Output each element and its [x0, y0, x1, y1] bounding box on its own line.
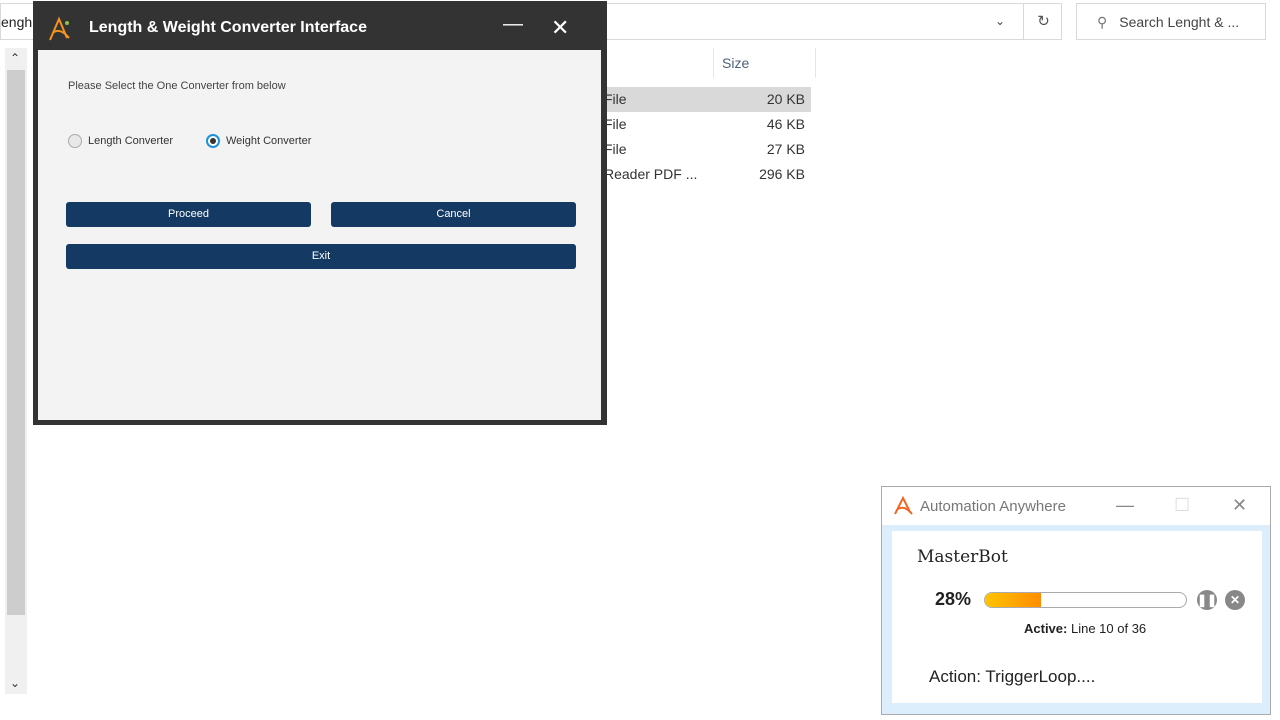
close-button[interactable]: ✕: [1232, 495, 1247, 516]
stop-icon[interactable]: ✕: [1225, 590, 1245, 610]
cancel-button[interactable]: Cancel: [331, 202, 576, 227]
converter-dialog: Length & Weight Converter Interface — ✕ …: [33, 1, 607, 425]
automation-anywhere-window: Automation Anywhere — ☐ ✕ MasterBot 28% …: [881, 486, 1271, 715]
bot-name: MasterBot: [917, 547, 1008, 567]
scroll-thumb[interactable]: [7, 70, 25, 615]
radio-icon: [68, 134, 82, 148]
maximize-button[interactable]: ☐: [1174, 495, 1190, 516]
automation-anywhere-logo-icon: [894, 496, 913, 515]
radio-length-converter[interactable]: Length Converter: [68, 134, 173, 148]
chevron-down-icon[interactable]: ⌄: [995, 14, 1005, 28]
radio-weight-converter[interactable]: Weight Converter: [206, 134, 311, 148]
address-text: engh: [1, 14, 33, 30]
file-row[interactable]: Reader PDF ... 296 KB: [604, 162, 811, 187]
search-icon: ⚲: [1097, 14, 1108, 30]
scroll-down-icon[interactable]: ⌄: [10, 676, 20, 690]
window-title: Automation Anywhere: [920, 498, 1066, 515]
proceed-button[interactable]: Proceed: [66, 202, 311, 227]
radio-selected-icon: [206, 134, 220, 148]
dialog-title: Length & Weight Converter Interface: [89, 19, 367, 36]
file-row[interactable]: File 20 KB: [604, 87, 811, 112]
action-text: Action: TriggerLoop....: [929, 667, 1096, 686]
prompt-label: Please Select the One Converter from bel…: [68, 80, 286, 92]
column-header-size[interactable]: Size: [713, 48, 816, 78]
file-row[interactable]: File 27 KB: [604, 137, 811, 162]
progress-fill: [985, 593, 1042, 607]
close-button[interactable]: ✕: [551, 15, 569, 41]
active-label: Active:: [1024, 621, 1068, 636]
exit-button[interactable]: Exit: [66, 244, 576, 269]
automation-anywhere-logo-icon: [49, 16, 70, 41]
minimize-button[interactable]: —: [1116, 495, 1134, 516]
progress-bar: [984, 592, 1187, 608]
scroll-up-icon[interactable]: ⌃: [10, 51, 20, 65]
search-input[interactable]: ⚲ Search Lenght & ...: [1076, 3, 1266, 40]
scrollbar[interactable]: ⌃ ⌄: [5, 48, 27, 694]
active-line: Line 10 of 36: [1070, 621, 1147, 636]
progress-percent: 28%: [935, 589, 972, 609]
minimize-button[interactable]: —: [503, 13, 523, 36]
file-row[interactable]: File 46 KB: [604, 112, 811, 137]
refresh-icon[interactable]: ↻: [1023, 3, 1063, 40]
pause-icon[interactable]: ❚❚: [1197, 590, 1217, 610]
